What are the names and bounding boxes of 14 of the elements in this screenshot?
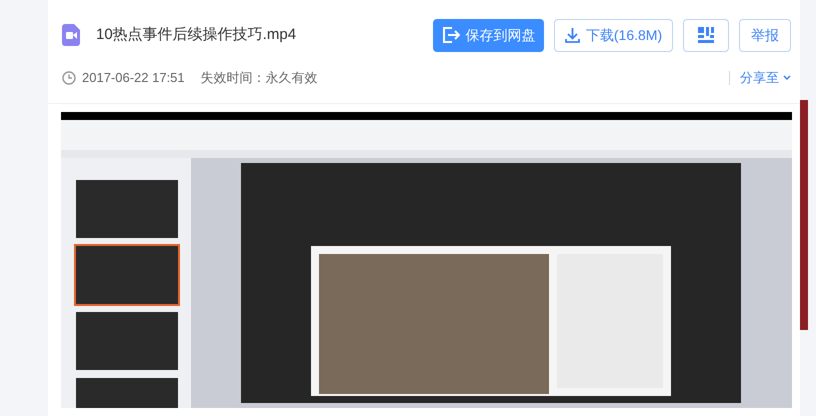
file-name: 10热点事件后续操作技巧.mp4	[96, 24, 296, 45]
upload-date: 2017-06-22 17:51	[82, 69, 185, 88]
qr-code-button[interactable]	[683, 18, 729, 52]
qr-code-icon	[698, 27, 714, 43]
download-button[interactable]: 下载(16.8M)	[554, 18, 673, 52]
export-icon	[442, 27, 460, 43]
expiry-time: 失效时间：永久有效	[200, 69, 318, 88]
video-file-icon	[62, 24, 80, 46]
download-icon	[564, 27, 580, 43]
clock-icon	[62, 71, 76, 85]
save-to-cloud-button[interactable]: 保存到网盘	[433, 18, 544, 52]
chevron-down-icon	[783, 75, 791, 81]
report-button[interactable]: 举报	[739, 18, 791, 52]
share-button[interactable]: 分享至	[740, 68, 791, 88]
